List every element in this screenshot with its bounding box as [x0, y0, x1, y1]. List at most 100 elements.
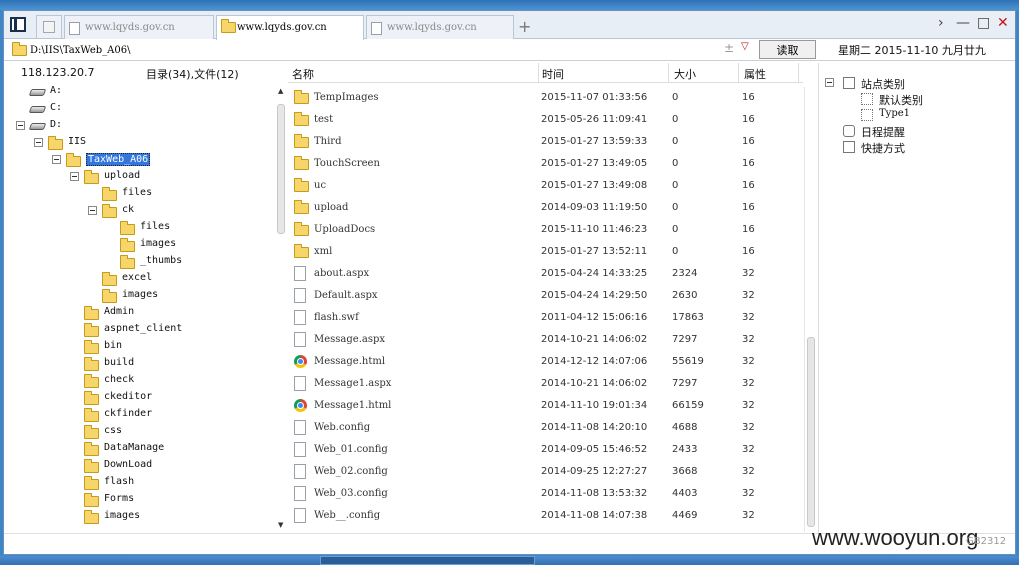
file-attr: 16: [742, 92, 755, 103]
file-name: Web.config: [314, 422, 371, 433]
tree-item-label: C:: [50, 102, 63, 113]
tree-item-label: files: [122, 187, 153, 198]
folder-icon: [84, 340, 99, 357]
file-time: 2015-01-27 13:59:33: [541, 136, 648, 147]
file-attr: 16: [742, 224, 755, 235]
new-tab-button[interactable]: +: [518, 17, 531, 36]
tree-scrollbar[interactable]: ▲ ▼: [276, 87, 287, 531]
file-manager-window: www.lqyds.gov.cn www.lqyds.gov.cn www.lq…: [3, 10, 1016, 555]
file-row[interactable]: Web_01.config 2014-09-05 15:46:52 2433 32: [288, 439, 804, 461]
category-icon: [861, 93, 873, 105]
file-size: 3668: [672, 466, 698, 477]
chevron-down-icon[interactable]: ▽: [741, 41, 749, 52]
file-row[interactable]: uc 2015-01-27 13:49:08 0 16: [288, 175, 804, 197]
file-row[interactable]: Web__.config 2014-11-08 14:07:38 4469 32: [288, 505, 804, 527]
tree-item-label: D:: [50, 119, 63, 130]
read-button[interactable]: 读取: [759, 40, 816, 59]
blank-page-icon: [43, 21, 55, 33]
file-icon: [294, 508, 306, 526]
directory-tree: A: C: D: IIS TaxWeb_A06 upload files ck files ima…: [4, 84, 276, 529]
encoding-indicator: GB2312: [966, 536, 1007, 547]
file-row[interactable]: TempImages 2015-11-07 01:33:56 0 16: [288, 87, 804, 109]
file-row[interactable]: about.aspx 2015-04-24 14:33:25 2324 32: [288, 263, 804, 285]
file-row[interactable]: Web.config 2014-11-08 14:20:10 4688 32: [288, 417, 804, 439]
path-input[interactable]: [30, 42, 730, 58]
file-row[interactable]: UploadDocs 2015-11-10 11:46:23 0 16: [288, 219, 804, 241]
plus-minus-icon[interactable]: ±: [724, 41, 734, 55]
file-row[interactable]: Message1.html 2014-11-10 19:01:34 66159 32: [288, 395, 804, 417]
file-row[interactable]: Web_03.config 2014-11-08 13:53:32 4403 32: [288, 483, 804, 505]
tree-item-label: bin: [104, 340, 123, 351]
file-name: Web_03.config: [314, 488, 388, 499]
folder-icon: [120, 238, 135, 255]
file-row[interactable]: Message.aspx 2014-10-21 14:06:02 7297 32: [288, 329, 804, 351]
file-row[interactable]: Message.html 2014-12-12 14:07:06 55619 32: [288, 351, 804, 373]
folder-icon: [84, 170, 99, 187]
desktop-background: [0, 0, 1019, 10]
tree-item-label: excel: [122, 272, 153, 283]
collapse-icon[interactable]: [70, 172, 79, 181]
file-attr: 32: [742, 422, 755, 433]
chevron-right-icon[interactable]: ›: [938, 15, 944, 31]
file-row[interactable]: Default.aspx 2015-04-24 14:29:50 2630 32: [288, 285, 804, 307]
collapse-icon[interactable]: [34, 138, 43, 147]
file-name: Web_01.config: [314, 444, 388, 455]
file-icon: [294, 288, 306, 306]
file-row[interactable]: Third 2015-01-27 13:59:33 0 16: [288, 131, 804, 153]
file-name: uc: [314, 180, 327, 191]
tab-site-2-active[interactable]: www.lqyds.gov.cn: [216, 15, 364, 40]
collapse-icon[interactable]: [16, 121, 25, 130]
column-attr[interactable]: 属性: [744, 66, 766, 82]
scrollbar-thumb[interactable]: [277, 104, 285, 234]
file-row[interactable]: test 2015-05-26 11:09:41 0 16: [288, 109, 804, 131]
file-time: 2014-09-25 12:27:27: [541, 466, 648, 477]
file-list-scrollbar[interactable]: [804, 87, 816, 532]
file-row[interactable]: xml 2015-01-27 13:52:11 0 16: [288, 241, 804, 263]
page-icon: [69, 22, 82, 35]
file-icon: [294, 486, 306, 504]
tab-label: www.lqyds.gov.cn: [237, 22, 327, 33]
tree-item-label: _thumbs: [140, 255, 183, 266]
collapse-icon[interactable]: [52, 155, 61, 164]
column-time[interactable]: 时间: [542, 66, 564, 82]
file-size: 55619: [672, 356, 704, 367]
tree-item-label: Admin: [104, 306, 135, 317]
file-size: 0: [672, 180, 679, 191]
file-row[interactable]: Message1.aspx 2014-10-21 14:06:02 7297 32: [288, 373, 804, 395]
file-attr: 32: [742, 290, 755, 301]
collapse-icon[interactable]: [88, 206, 97, 215]
scrollbar-thumb[interactable]: [807, 337, 815, 527]
tab-site-1[interactable]: www.lqyds.gov.cn: [64, 15, 214, 39]
sidebar-toggle-icon[interactable]: [10, 17, 26, 32]
folder-icon: [294, 244, 309, 261]
tab-home[interactable]: [36, 15, 62, 38]
maximize-button[interactable]: □: [977, 15, 990, 31]
tree-item-label: aspnet_client: [104, 323, 183, 334]
collapse-icon[interactable]: [825, 78, 834, 87]
folder-icon: [120, 255, 135, 272]
column-size[interactable]: 大小: [674, 66, 696, 82]
file-attr: 32: [742, 444, 755, 455]
file-row[interactable]: TouchScreen 2015-01-27 13:49:05 0 16: [288, 153, 804, 175]
file-attr: 16: [742, 180, 755, 191]
file-row[interactable]: flash.swf 2011-04-12 15:06:16 17863 32: [288, 307, 804, 329]
file-row[interactable]: upload 2014-09-03 11:19:50 0 16: [288, 197, 804, 219]
address-bar: ± ▽ 读取 星期二 2015-11-10 九月廿九: [4, 39, 1015, 61]
file-time: 2014-10-21 14:06:02: [541, 378, 648, 389]
file-name: test: [314, 114, 334, 125]
file-size: 7297: [672, 378, 698, 389]
scroll-up-icon[interactable]: ▲: [278, 87, 283, 95]
close-button[interactable]: ✕: [997, 15, 1009, 31]
folder-icon: [102, 187, 117, 204]
tree-item-label: files: [140, 221, 171, 232]
file-size: 0: [672, 158, 679, 169]
file-name: upload: [314, 202, 349, 213]
scroll-down-icon[interactable]: ▼: [278, 521, 283, 529]
folder-icon: [294, 178, 309, 195]
minimize-button[interactable]: —: [956, 15, 970, 31]
file-size: 0: [672, 246, 679, 257]
taskbar-item[interactable]: [320, 556, 535, 565]
column-name[interactable]: 名称: [292, 66, 314, 82]
tab-site-3[interactable]: www.lqyds.gov.cn: [366, 15, 514, 39]
file-row[interactable]: Web_02.config 2014-09-25 12:27:27 3668 32: [288, 461, 804, 483]
